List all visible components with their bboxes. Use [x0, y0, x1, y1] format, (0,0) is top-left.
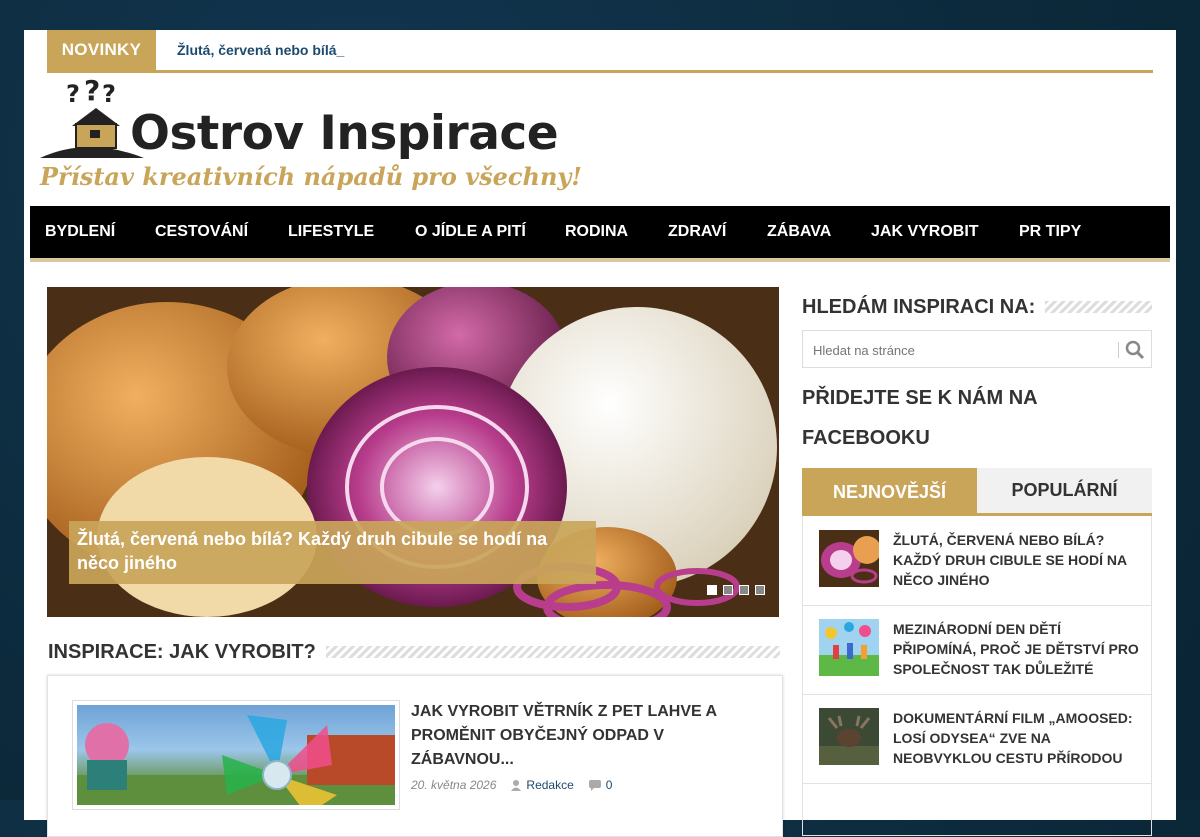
svg-text:?: ?	[66, 80, 80, 108]
list-item: DOKUMENTÁRNÍ FILM „AMOOSED: LOSÍ ODYSEA“…	[803, 694, 1151, 784]
nav-item-rodina[interactable]: RODINA	[565, 206, 628, 258]
nav-item-zdravi[interactable]: ZDRAVÍ	[668, 206, 726, 258]
search-icon	[1125, 340, 1145, 360]
news-ticker: NOVINKY Žlutá, červená nebo bílá_	[47, 30, 1153, 73]
recent-posts-list: ŽLUTÁ, ČERVENÁ NEBO BÍLÁ? KAŽDÝ DRUH CIB…	[802, 516, 1152, 836]
onions-thumb	[819, 530, 881, 587]
search-box	[802, 330, 1152, 369]
article-card: JAK VYROBIT VĚTRNÍK Z PET LAHVE A PROMĚN…	[47, 675, 783, 837]
heading-decoration	[325, 646, 780, 658]
comment-icon	[588, 780, 601, 791]
nav-item-lifestyle[interactable]: LIFESTYLE	[288, 206, 374, 258]
post-title-link[interactable]: MEZINÁRODNÍ DEN DĚTÍ PŘIPOMÍNÁ, PROČ JE …	[893, 619, 1143, 679]
user-icon	[511, 780, 522, 791]
list-item: ŽLUTÁ, ČERVENÁ NEBO BÍLÁ? KAŽDÝ DRUH CIB…	[803, 516, 1151, 606]
article-meta: 20. května 2026 Redakce 0	[411, 778, 612, 792]
nav-item-jak-vyrobit[interactable]: JAK VYROBIT	[871, 206, 979, 258]
post-thumbnail[interactable]	[819, 619, 879, 676]
logo-title: Ostrov Inspirace	[130, 106, 559, 161]
nav-item-bydleni[interactable]: BYDLENÍ	[45, 206, 115, 258]
meta-author: Redakce	[510, 778, 574, 792]
search-heading: HLEDÁM INSPIRACI NA:	[802, 295, 1152, 319]
slider-dot-2[interactable]	[723, 585, 733, 595]
search-button[interactable]	[1121, 337, 1149, 363]
search-heading-text: HLEDÁM INSPIRACI NA:	[802, 295, 1036, 318]
search-input[interactable]	[803, 331, 1115, 369]
nav-item-pr-tipy[interactable]: PR TIPY	[1019, 206, 1081, 258]
featured-slider[interactable]: Žlutá, červená nebo bílá? Každý druh cib…	[47, 287, 779, 617]
nav-item-zabava[interactable]: ZÁBAVA	[767, 206, 831, 258]
author-link[interactable]: Redakce	[526, 778, 573, 792]
post-thumbnail[interactable]	[819, 708, 879, 765]
article-thumbnail[interactable]	[72, 700, 400, 810]
post-thumbnail[interactable]	[819, 530, 881, 587]
page: NOVINKY Žlutá, červená nebo bílá_ ? ? ? …	[24, 30, 1176, 837]
pinwheel-illustration	[77, 715, 395, 805]
main-nav: BYDLENÍ CESTOVÁNÍ LIFESTYLE O JÍDLE A PI…	[30, 206, 1170, 262]
svg-text:?: ?	[102, 80, 116, 108]
svg-text:?: ?	[84, 78, 100, 107]
article-title-link[interactable]: JAK VYROBIT VĚTRNÍK Z PET LAHVE A PROMĚN…	[411, 700, 751, 772]
logo-tagline: Přístav kreativních nápadů pro všechny!	[40, 162, 582, 191]
slider-dot-4[interactable]	[755, 585, 765, 595]
section-heading-title: INSPIRACE: JAK VYROBIT?	[48, 640, 316, 663]
post-title-link[interactable]: DOKUMENTÁRNÍ FILM „AMOOSED: LOSÍ ODYSEA“…	[893, 708, 1143, 768]
slider-pagination	[707, 585, 765, 595]
slider-caption[interactable]: Žlutá, červená nebo bílá? Každý druh cib…	[69, 521, 596, 584]
facebook-heading: PŘIDEJTE SE K NÁM NA FACEBOOKU	[802, 387, 1037, 449]
ticker-label: NOVINKY	[47, 30, 156, 70]
nav-item-o-jidle-a-piti[interactable]: O JÍDLE A PITÍ	[415, 206, 526, 258]
slider-dot-1[interactable]	[707, 585, 717, 595]
section-heading: INSPIRACE: JAK VYROBIT?	[48, 640, 780, 664]
post-title-link[interactable]: ŽLUTÁ, ČERVENÁ NEBO BÍLÁ? KAŽDÝ DRUH CIB…	[893, 530, 1143, 590]
meta-comments: 0	[588, 778, 613, 792]
site-logo[interactable]: ? ? ? Ostrov Inspirace Přístav kreativní…	[38, 78, 582, 196]
comments-link[interactable]: 0	[606, 778, 613, 792]
posts-tabs: NEJNOVĚJŠÍ POPULÁRNÍ	[802, 468, 1152, 516]
search-divider	[1118, 342, 1119, 358]
tab-popularni[interactable]: POPULÁRNÍ	[977, 468, 1152, 516]
ticker-headline-link[interactable]: Žlutá, červená nebo bílá_	[177, 30, 344, 70]
children-thumb	[819, 619, 879, 676]
nav-item-cestovani[interactable]: CESTOVÁNÍ	[155, 206, 248, 258]
slider-dot-3[interactable]	[739, 585, 749, 595]
heading-decoration	[1045, 301, 1152, 313]
tab-nejnovejsi[interactable]: NEJNOVĚJŠÍ	[802, 468, 977, 516]
moose-thumb	[819, 708, 879, 765]
meta-date: 20. května 2026	[411, 778, 497, 792]
list-item: MEZINÁRODNÍ DEN DĚTÍ PŘIPOMÍNÁ, PROČ JE …	[803, 605, 1151, 695]
